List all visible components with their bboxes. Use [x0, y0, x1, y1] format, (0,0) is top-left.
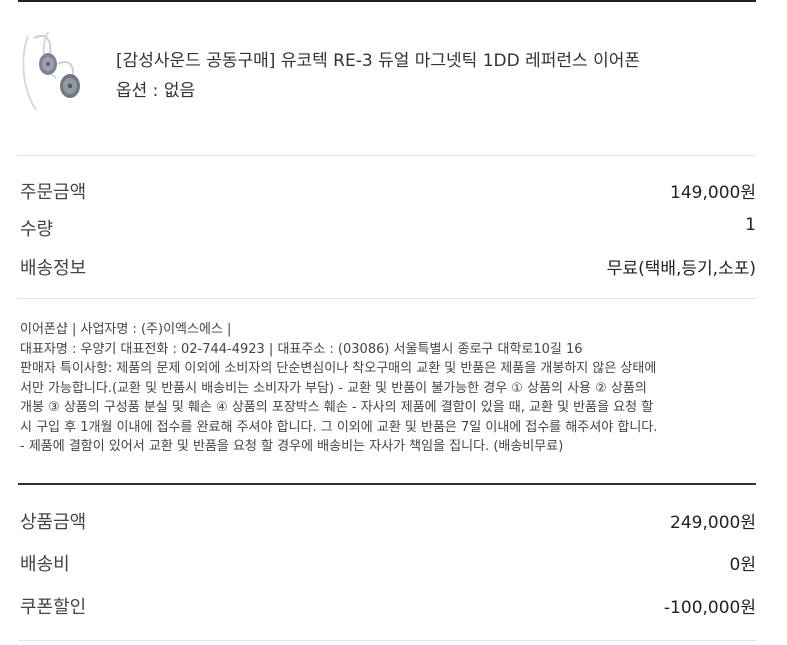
- seller-notice-line: 서만 가능합니다.(교환 및 반품시 배송비는 소비자가 부담) - 교환 및 …: [20, 380, 647, 396]
- product-amount-label: 상품금액: [20, 512, 87, 533]
- coupon-discount-label: 쿠폰할인: [20, 597, 87, 618]
- seller-notice-line: 개봉 ③ 상품의 구성품 분실 및 훼손 ④ 상품의 포장박스 훼손 - 자사의…: [20, 400, 654, 415]
- shipping-info-value: 무료(택배,등기,소포): [606, 259, 756, 279]
- order-amount-value: 149,000원: [670, 183, 756, 203]
- seller-notice-line: 판매자 특이사항: 제품의 문제 이외에 소비자의 단순변심이나 착오구매의 교…: [20, 361, 657, 376]
- product-option: 옵션 : 없음: [116, 81, 196, 101]
- top-divider: [18, 0, 756, 2]
- quantity-row: 수량 1: [18, 215, 756, 241]
- product-amount-row: 상품금액 249,000원: [18, 508, 756, 534]
- shipping-fee-value: 0원: [729, 555, 756, 575]
- order-amount-label: 주문금액: [20, 182, 87, 203]
- seller-line: 이어폰샵 | 사업자명 : (주)이엑스에스 |: [20, 322, 232, 337]
- shipping-info-row: 배송정보 무료(택배,등기,소포): [18, 254, 756, 280]
- divider: [18, 640, 756, 641]
- earphones-icon: [22, 31, 80, 111]
- coupon-discount-row: 쿠폰할인 -100,000원: [18, 593, 756, 619]
- divider: [18, 298, 756, 299]
- product-amount-value: 249,000원: [670, 513, 756, 533]
- quantity-value: 1: [745, 215, 756, 235]
- quantity-label: 수량: [20, 219, 54, 240]
- divider: [18, 155, 756, 156]
- seller-contact: 대표자명 : 우양기 대표전화 : 02-744-4923 | 대표주소 : (…: [20, 341, 583, 357]
- product-title[interactable]: [감성사운드 공동구매] 유코텍 RE-3 듀얼 마그넷틱 1DD 레퍼런스 이…: [116, 46, 640, 71]
- summary-divider: [18, 483, 756, 485]
- seller-info: 이어폰샵 | 사업자명 : (주)이엑스에스 | 대표자명 : 우양기 대표전화…: [20, 320, 760, 457]
- shipping-fee-label: 배송비: [20, 554, 70, 575]
- order-amount-row: 주문금액 149,000원: [18, 178, 756, 204]
- product-item[interactable]: [감성사운드 공동구매] 유코텍 RE-3 듀얼 마그넷틱 1DD 레퍼런스 이…: [18, 28, 756, 128]
- seller-notice-line: 시 구입 후 1개월 이내에 접수를 완료해 주셔야 합니다. 그 이외에 교환…: [20, 419, 658, 435]
- seller-notice-line: - 제품에 결함이 있어서 교환 및 반품을 요청 할 경우에 배송비는 자사가…: [20, 439, 564, 454]
- shipping-info-label: 배송정보: [20, 258, 87, 279]
- shipping-fee-row: 배송비 0원: [18, 550, 756, 576]
- coupon-discount-value: -100,000원: [663, 598, 756, 618]
